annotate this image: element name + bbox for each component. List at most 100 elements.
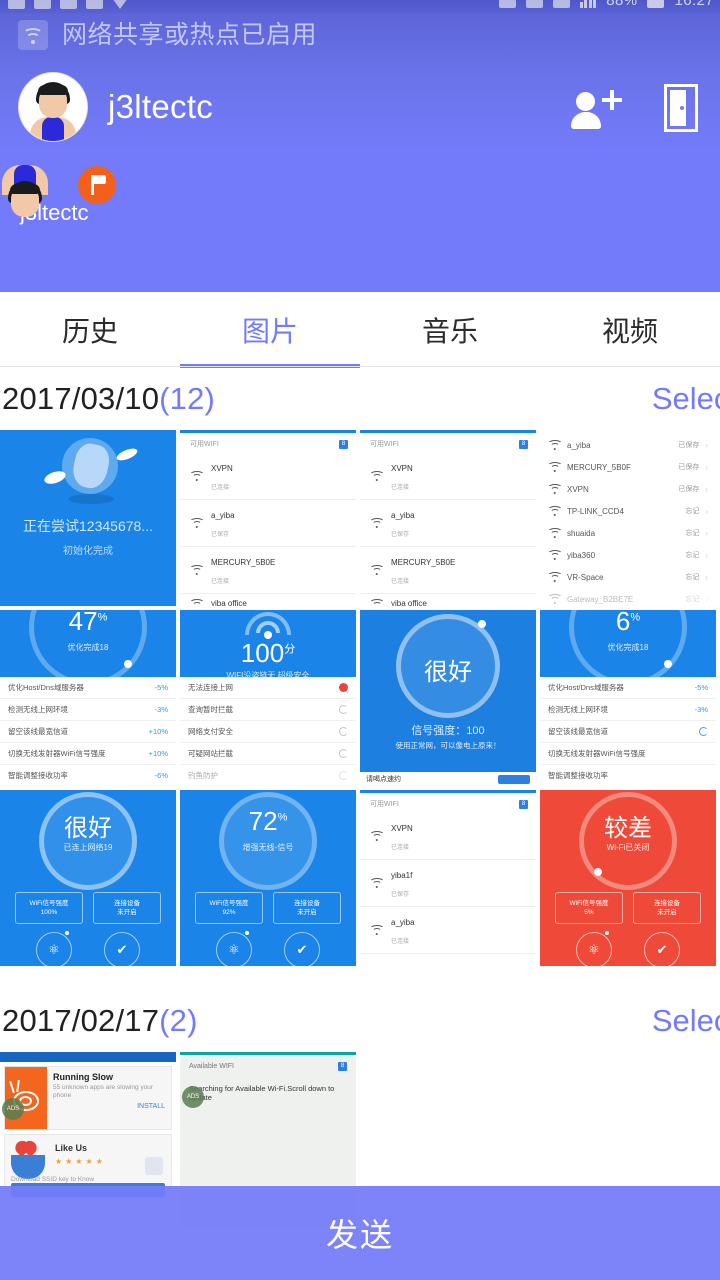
thumb12-btn2[interactable]: 连接设备 未开启: [633, 892, 701, 924]
thumb12-circle-buttons: ⚛ ✔: [540, 931, 716, 966]
thumb11-item-sub: 已连接: [391, 939, 410, 945]
thumbnail-item[interactable]: 可用WIFI 8 XVPN 已连接 yiba1f 已保存 a_yiba 已连接 …: [360, 790, 536, 966]
thumbnail-item[interactable]: 很好 信号强度：100 使用正常网，可以像电上原来！ 请喝点速约: [360, 610, 536, 786]
thumb4-state: 忘记: [685, 530, 700, 537]
shield-icon[interactable]: ✔: [284, 932, 320, 966]
speed-boost-icon[interactable]: ⚛: [36, 931, 72, 966]
section-header-1: 2017/03/10(12) Select: [0, 368, 720, 430]
shield-icon[interactable]: ✔: [104, 932, 140, 966]
shield-icon[interactable]: ✔: [644, 932, 680, 966]
tab-videos[interactable]: 视频: [540, 292, 720, 368]
thumbnail-item[interactable]: 正在尝试12345678... 初始化完成: [0, 430, 176, 606]
user-name: j3ltectc: [108, 88, 214, 125]
thumb10-btn2-title: 连接设备: [294, 900, 320, 907]
thumb12-btn1[interactable]: WiFi信号强度 5%: [555, 892, 623, 924]
thumb6-row-label: 查询暂时拦截: [188, 705, 233, 714]
section-date-1: 2017/03/10(12): [2, 381, 215, 417]
thumb4-state: 忘记: [685, 596, 700, 603]
thumb4-name: MERCURY_5B0F: [567, 462, 631, 472]
thumb6-rows: 无法连接上网 查询暂时拦截 网络支付安全 可疑网站拦截 钓鱼防护: [180, 677, 356, 786]
thumb3-item-sub: 已保存: [391, 532, 410, 538]
thumb5-unit: %: [97, 611, 108, 624]
thumb9-btn1[interactable]: WiFi信号强度 100%: [15, 892, 83, 924]
thumb2-head: 可用WIFI: [190, 441, 219, 448]
thumbnail-item[interactable]: 47% 优化完成18 优化Host/Dns域服务器 -5% 检测无线上网环境 -3%…: [0, 610, 176, 786]
thumbnail-item[interactable]: 100分 WIFI没盗链无 超级安全 情况可使用 完成 无法连接上网 查询暂时拦…: [180, 610, 356, 786]
speed-boost-icon[interactable]: ⚛: [216, 931, 252, 966]
speed-boost-icon[interactable]: ⚛: [576, 931, 612, 966]
thumbnail-item[interactable]: a_yiba 已保存 › MERCURY_5B0F 已保存 › XVPN 已保存 › …: [540, 430, 716, 606]
thumb6-number: 100: [240, 638, 285, 668]
thumb14-line: Searching for Available Wi-Fi.Scroll dow…: [189, 1084, 335, 1102]
wifi-tether-icon: [18, 20, 48, 50]
thumb4-name: VR-Space: [567, 572, 604, 582]
thumbnail-item[interactable]: 72% 增强无线-信号 WiFi信号强度 92% 连接设备 未开启 ⚛ ✔: [180, 790, 356, 966]
thumb6-value: 100分: [180, 638, 356, 669]
section-date-2: 2017/02/17(2): [2, 1003, 198, 1039]
notification-icon-3: [60, 0, 77, 9]
thumb8-unit: %: [630, 611, 641, 624]
thumb9-btn1-value: 100%: [40, 909, 58, 916]
thumb9-btn2[interactable]: 连接设备 未开启: [93, 892, 161, 924]
peer-device-card[interactable]: j3ltectc: [2, 165, 130, 226]
thumb11-item-sub: 已连接: [391, 845, 410, 851]
thumb10-number: 72: [248, 806, 278, 836]
tab-music[interactable]: 音乐: [360, 292, 540, 368]
thumb3-badge: 8: [519, 439, 528, 449]
tab-history[interactable]: 历史: [0, 292, 180, 368]
tab-bar: 历史 图片 音乐 视频: [0, 292, 720, 368]
thumb2-item-name: a_yiba: [211, 511, 235, 520]
thumbnail-item[interactable]: 很好 已连上网络19 WiFi信号强度 100% 连接设备 未开启 ⚛ ✔: [0, 790, 176, 966]
peer-avatar: [2, 165, 48, 217]
thumb4-name: TP-LINK_CCD4: [567, 506, 624, 516]
thumb6-row-label: 网络支付安全: [188, 727, 233, 736]
thumb8-sub: 优化完成18: [607, 643, 649, 652]
thumbnail-item[interactable]: 较差 Wi-Fi已关闭 WiFi信号强度 5% 连接设备 未开启 ⚛ ✔: [540, 790, 716, 966]
thumb9-btn2-title: 连接设备: [114, 900, 140, 907]
thumb10-btn2[interactable]: 连接设备 未开启: [273, 892, 341, 924]
tether-notice: 网络共享或热点已启用: [18, 20, 317, 50]
thumbnail-item[interactable]: 可用WIFI 8 XVPN 已连接 a_yiba 已保存 MERCURY_5B0…: [360, 430, 536, 606]
thumbnail-item[interactable]: 可用WIFI 8 XVPN 已连接 a_yiba 已保存 MERCURY_5B0…: [180, 430, 356, 606]
exit-door-icon[interactable]: [664, 84, 698, 132]
thumb10-btn1[interactable]: WiFi信号强度 92%: [195, 892, 263, 924]
thumb8-row-label: 切换无线发射器WiFi信号强度: [548, 749, 646, 758]
add-person-icon[interactable]: [570, 86, 622, 130]
thumb5-number: 47: [68, 610, 98, 636]
thumb5-row-label: 留空该线最宽信道: [8, 727, 68, 736]
select-all-link-2[interactable]: Select: [652, 1003, 720, 1039]
notification-icon-4: [86, 0, 103, 9]
thumb14-head: Available WIFI: [189, 1063, 234, 1070]
thumb8-row-label: 检测无线上网环境: [548, 705, 608, 714]
select-all-link-1[interactable]: Select: [652, 381, 720, 417]
picture-list[interactable]: 2017/03/10(12) Select 正在尝试12345678... 初始…: [0, 368, 720, 1280]
thumb4-name: Gateway_B2BE7E: [567, 594, 634, 604]
thumb10-unit: %: [277, 811, 288, 824]
thumb3-item-sub: 已连接: [391, 485, 410, 491]
wifi-status-icon: [498, 0, 516, 8]
download-icon: [112, 0, 128, 9]
app-header: 88% 16:27 网络共享或热点已启用 j3ltectc j3ltectc: [0, 0, 720, 292]
thumb4-state: 忘记: [685, 508, 700, 515]
thumb5-value: 47%: [0, 610, 176, 637]
thumbnail-grid-1: 正在尝试12345678... 初始化完成 可用WIFI 8 XVPN 已连接 …: [0, 430, 720, 966]
thumb2-item-sub: 已连接: [211, 579, 230, 585]
thumb10-value: 72%: [180, 806, 356, 837]
thumb13-install[interactable]: INSTALL: [53, 1103, 165, 1110]
thumb10-sub: 增强无线-信号: [242, 843, 294, 852]
thumb14-badge: 8: [338, 1062, 347, 1071]
notification-icon-2: [34, 0, 51, 9]
thumb12-label: 较差: [604, 815, 652, 842]
tab-pictures[interactable]: 图片: [180, 292, 360, 368]
thumb4-state: 已保存: [678, 464, 700, 471]
thumb5-sub: 优化完成18: [67, 643, 109, 652]
thumb11-head: 可用WIFI: [370, 801, 399, 808]
thumb9-sub: 已连上网络19: [63, 843, 113, 852]
thumb3-item-name: XVPN: [391, 464, 413, 473]
thumb8-row-label: 优化Host/Dns域服务器: [548, 683, 624, 692]
thumb8-row-value: -3%: [694, 705, 708, 714]
send-button-label: 发送: [325, 1217, 394, 1253]
thumbnail-item[interactable]: 6% 优化完成18 优化Host/Dns域服务器 -5% 检测无线上网环境 -3% …: [540, 610, 716, 786]
thumb9-btn2-value: 未开启: [117, 909, 137, 916]
send-button[interactable]: 发送: [0, 1186, 720, 1280]
